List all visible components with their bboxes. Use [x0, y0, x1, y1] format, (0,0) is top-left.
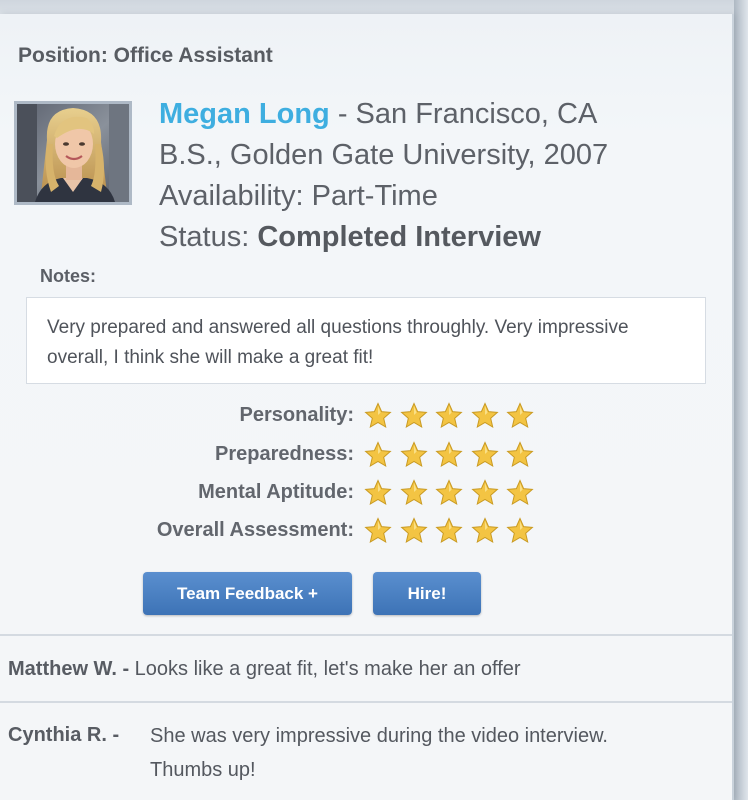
feedback-author: Cynthia R. -	[8, 724, 120, 746]
star-icon[interactable]	[364, 515, 400, 545]
star-icon[interactable]	[470, 477, 507, 507]
rating-row-overall-assessment: Overall Assessment:	[0, 515, 560, 545]
rating-row-personality: Personality:	[0, 400, 560, 430]
rating-label: Preparedness:	[215, 443, 354, 465]
position-label: Position:	[18, 44, 108, 67]
availability-label: Availability:	[159, 180, 304, 212]
candidate-education: B.S., Golden Gate University, 2007	[159, 139, 609, 171]
star-icon[interactable]	[470, 515, 507, 545]
star-icon[interactable]	[364, 439, 400, 469]
star-icon[interactable]	[435, 515, 471, 545]
status-value: Completed Interview	[257, 221, 541, 253]
divider	[0, 634, 732, 636]
feedback-item: Matthew W. - Looks like a great fit, let…	[8, 653, 521, 685]
feedback-text: Looks like a great fit, let's make her a…	[134, 658, 521, 680]
star-rating[interactable]	[364, 477, 542, 507]
candidate-info: Megan Long - San Francisco, CA B.S., Gol…	[159, 94, 608, 258]
candidate-photo	[14, 101, 132, 205]
star-icon[interactable]	[470, 439, 507, 469]
star-icon[interactable]	[435, 400, 471, 430]
star-icon[interactable]	[399, 439, 436, 469]
star-icon[interactable]	[506, 515, 542, 545]
candidate-location: San Francisco, CA	[355, 98, 598, 130]
status-label: Status:	[159, 221, 250, 253]
star-icon[interactable]	[399, 515, 436, 545]
star-rating[interactable]	[364, 439, 542, 469]
star-icon[interactable]	[399, 400, 436, 430]
feedback-text-line: Thumbs up!	[150, 759, 256, 781]
candidate-status: Status: Completed Interview	[159, 217, 608, 258]
feedback-text-line: She was very impressive during the video…	[150, 725, 608, 747]
star-icon[interactable]	[435, 439, 471, 469]
candidate-name[interactable]: Megan Long	[159, 98, 330, 130]
rating-row-preparedness: Preparedness:	[0, 439, 560, 469]
team-feedback-button[interactable]: Team Feedback +	[143, 572, 352, 615]
star-icon[interactable]	[435, 477, 471, 507]
candidate-name-line: Megan Long - San Francisco, CA	[159, 94, 608, 135]
star-icon[interactable]	[364, 400, 400, 430]
star-rating[interactable]	[364, 515, 542, 545]
name-separator: -	[329, 98, 356, 130]
availability-value: Part-Time	[311, 180, 438, 212]
star-rating[interactable]	[364, 400, 542, 430]
position-header: Position: Office Assistant	[18, 44, 273, 68]
feedback-item: Cynthia R. -	[8, 719, 119, 751]
feedback-text: She was very impressive during the video…	[150, 719, 710, 787]
star-icon[interactable]	[506, 477, 542, 507]
candidate-availability: Availability: Part-Time	[159, 176, 608, 217]
notes-box[interactable]: Very prepared and answered all questions…	[26, 297, 706, 384]
rating-label: Mental Aptitude:	[198, 481, 354, 503]
candidate-avatar	[17, 104, 129, 202]
feedback-author: Matthew W. -	[8, 658, 130, 680]
star-icon[interactable]	[470, 400, 507, 430]
star-icon[interactable]	[506, 439, 542, 469]
position-value: Office Assistant	[113, 44, 273, 67]
window-edge	[734, 0, 748, 800]
rating-label: Overall Assessment:	[156, 519, 354, 541]
star-icon[interactable]	[399, 477, 436, 507]
notes-label: Notes:	[40, 266, 97, 286]
star-icon[interactable]	[506, 400, 542, 430]
hire-button[interactable]: Hire!	[373, 572, 481, 615]
candidate-review-screen: Position: Office Assistant Megan Long - …	[0, 0, 748, 800]
divider	[0, 701, 732, 703]
star-icon[interactable]	[364, 477, 400, 507]
rating-row-mental-aptitude: Mental Aptitude:	[0, 477, 560, 507]
rating-label: Personality:	[239, 404, 354, 426]
